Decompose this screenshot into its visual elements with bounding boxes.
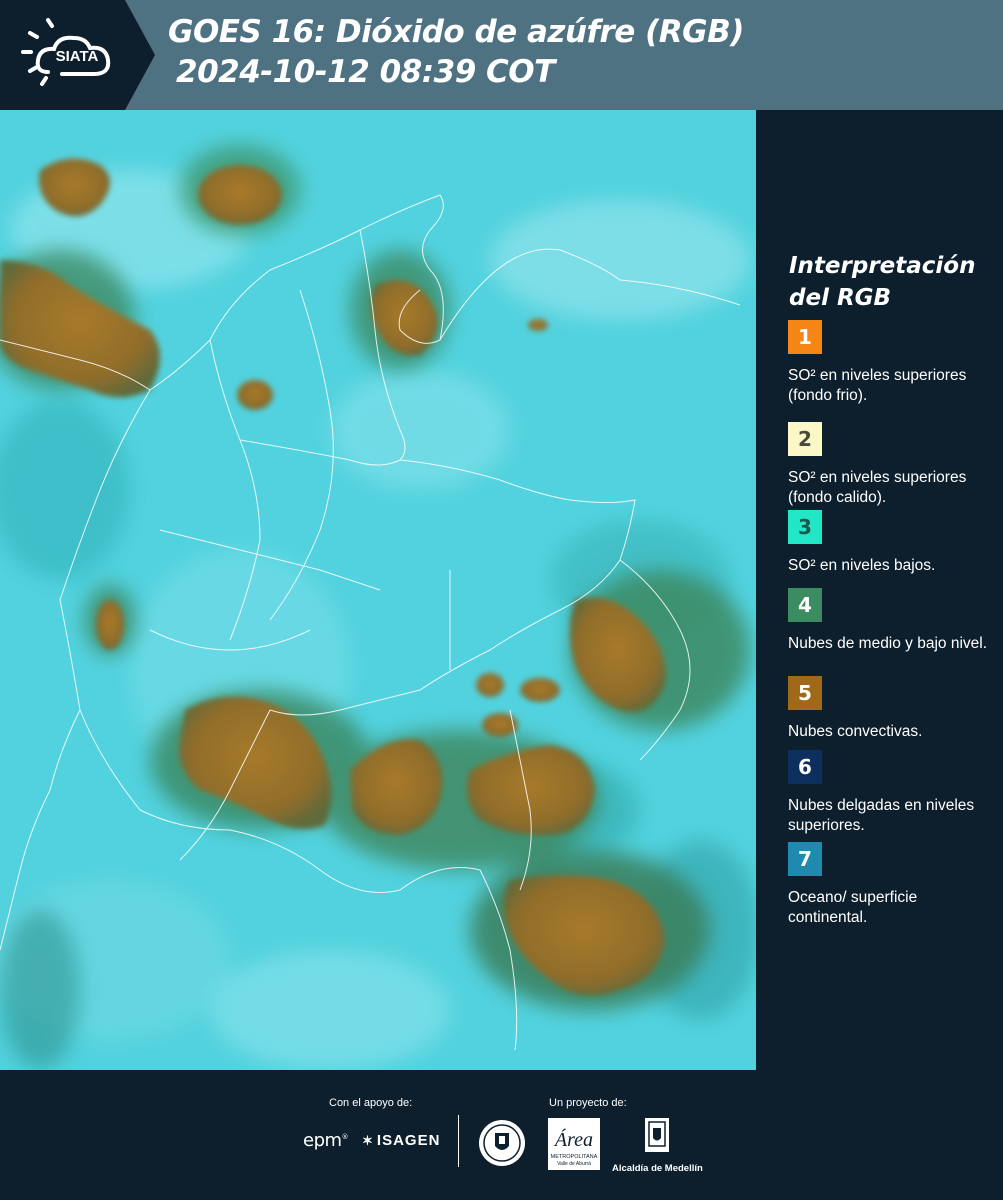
legend-label: Nubes convectivas.	[788, 723, 923, 740]
legend-item-3: 3 SO² en niveles bajos.	[788, 510, 988, 576]
epm-logo: epm®	[303, 1130, 349, 1151]
siata-logo-text: SIATA	[56, 48, 99, 65]
legend-item-1: 1 SO² en niveles superiores (fondo frio).	[788, 320, 988, 406]
legend-item-4: 4 Nubes de medio y bajo nivel.	[788, 588, 988, 654]
isagen-logo: ✶ ISAGEN	[362, 1132, 440, 1149]
area-logo-text: Área	[553, 1128, 593, 1151]
legend-item-2: 2 SO² en niveles superiores (fondo calido…	[788, 422, 988, 508]
alcaldia-label: Alcaldía de Medellín	[612, 1163, 703, 1174]
legend-label: SO² en niveles superiores (fondo frio).	[788, 367, 967, 404]
legend-item-7: 7 Oceano/ superficie continental.	[788, 842, 988, 928]
support-label: Con el apoyo de:	[329, 1097, 413, 1109]
legend-swatch: 1	[788, 320, 822, 354]
legend-title-line1: Interpretación	[789, 253, 976, 279]
legend-title-line2: del RGB	[789, 285, 892, 311]
legend-item-6: 6 Nubes delgadas en niveles superiores.	[788, 750, 988, 836]
legend-swatch: 6	[788, 750, 822, 784]
legend-panel: Interpretación del RGB 1 SO² en niveles s…	[760, 110, 1003, 1070]
legend-label: Nubes de medio y bajo nivel.	[788, 635, 988, 652]
area-logo-subtext: METROPOLITANA	[551, 1154, 598, 1160]
satellite-product-page: SIATA GOES 16: Dióxido de azúfre (RGB) 2…	[0, 0, 1003, 1200]
legend-label: SO² en niveles superiores (fondo calido)…	[788, 469, 967, 506]
legend-swatch: 2	[788, 422, 822, 456]
product-timestamp: 2024-10-12 08:39 COT	[176, 54, 555, 90]
product-title: GOES 16: Dióxido de azúfre (RGB)	[168, 14, 744, 50]
alcaldia-logo: Alcaldía de Medellín	[612, 1116, 703, 1174]
legend-label: Oceano/ superficie continental.	[788, 889, 918, 926]
legend-swatch: 7	[788, 842, 822, 876]
satellite-image-map[interactable]	[0, 110, 758, 1070]
legend-title: Interpretación del RGB	[789, 250, 975, 314]
footer-bar: Con el apoyo de: Un proyecto de: epm® ✶ I…	[0, 1070, 1003, 1200]
footer-divider	[458, 1115, 459, 1167]
legend-label: SO² en niveles bajos.	[788, 557, 936, 574]
medellin-seal-icon	[477, 1118, 527, 1173]
area-metropolitana-logo: Área METROPOLITANA Valle de Aburrá	[548, 1118, 600, 1175]
alcaldia-shield-icon	[645, 1118, 669, 1152]
legend-swatch: 3	[788, 510, 822, 544]
legend-item-5: 5 Nubes convectivas.	[788, 676, 988, 742]
siata-logo[interactable]: SIATA	[0, 0, 155, 110]
project-label: Un proyecto de:	[549, 1097, 627, 1109]
isagen-icon: ✶	[362, 1133, 374, 1148]
legend-swatch: 5	[788, 676, 822, 710]
isagen-logo-text: ISAGEN	[376, 1132, 441, 1149]
legend-label: Nubes delgadas en niveles superiores.	[788, 797, 975, 834]
area-logo-subtext2: Valle de Aburrá	[557, 1161, 591, 1167]
legend-swatch: 4	[788, 588, 822, 622]
epm-logo-text: epm	[303, 1130, 342, 1151]
header-bar: SIATA GOES 16: Dióxido de azúfre (RGB) 2…	[0, 0, 1003, 110]
